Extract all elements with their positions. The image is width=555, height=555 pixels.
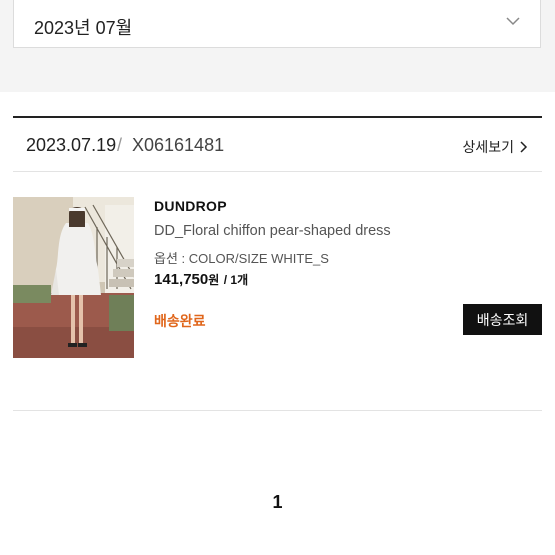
track-delivery-button[interactable]: 배송조회 [463,304,542,335]
order-header: 2023.07.19 / X06161481 상세보기 [13,116,542,172]
product-brand[interactable]: DUNDROP [154,198,227,214]
month-select-label: 2023년 07월 [34,18,133,38]
product-photo [13,197,134,358]
product-price: 141,750 [154,271,209,288]
product-thumbnail[interactable] [13,197,134,358]
month-select[interactable]: 2023년 07월 [13,0,541,48]
order-detail-label: 상세보기 [462,139,514,155]
chevron-right-icon [520,141,528,153]
price-unit: 원 [208,273,220,287]
order-number: X06161481 [132,135,225,155]
divider [13,410,542,411]
product-name[interactable]: DD_Floral chiffon pear-shaped dress [154,223,391,239]
delivery-status: 배송완료 [154,313,206,329]
product-quantity: / 1개 [223,273,249,287]
order-date: 2023.07.19 [26,135,117,155]
chevron-down-icon [506,17,520,26]
price-line: 141,750원 / 1개 [154,271,248,289]
order-separator: / [117,135,123,155]
pagination-page-1[interactable]: 1 [0,492,555,513]
product-option: 옵션 : COLOR/SIZE WHITE_S [154,251,329,266]
order-detail-link[interactable]: 상세보기 [462,137,528,157]
